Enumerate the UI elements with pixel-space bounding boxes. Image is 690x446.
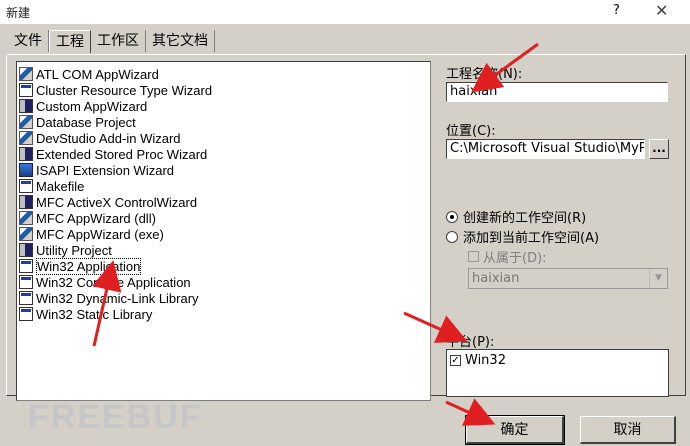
list-item-label: Extended Stored Proc Wizard (36, 146, 208, 162)
list-item[interactable]: Win32 Dynamic-Link Library (19, 290, 199, 306)
list-item-selected[interactable]: Win32 Application (19, 257, 142, 275)
cancel-button[interactable]: 取消 (580, 416, 676, 444)
location-input[interactable]: C:\Microsoft Visual Studio\MyPro (446, 139, 645, 159)
ok-button[interactable]: 确定 (465, 415, 565, 445)
radio-unselected-icon (446, 230, 458, 243)
browse-button[interactable]: ... (649, 139, 669, 159)
list-item[interactable]: ATL COM AppWizard (19, 66, 159, 82)
list-item-label: MFC AppWizard (dll) (36, 210, 156, 226)
list-item-label: Cluster Resource Type Wizard (36, 82, 213, 98)
list-item-label: Database Project (36, 114, 136, 130)
list-item[interactable]: Extended Stored Proc Wizard (19, 146, 207, 162)
database-icon (19, 115, 33, 129)
win32-app-icon (19, 259, 33, 273)
addin-icon (19, 131, 33, 145)
add-to-workspace-option[interactable]: 添加到当前工作空间(A) (446, 227, 599, 246)
mfc-exe-icon (19, 227, 33, 241)
list-item[interactable]: MFC AppWizard (dll) (19, 210, 156, 226)
list-item-label: Win32 Console Application (36, 274, 191, 290)
dependency-value: haixian (472, 271, 520, 286)
create-workspace-option[interactable]: 创建新的工作空间(R) (446, 207, 586, 226)
platform-list[interactable]: ✓ Win32 (446, 349, 669, 397)
list-item-label: Custom AppWizard (36, 98, 148, 114)
checkbox-icon (468, 251, 479, 262)
close-button[interactable]: ✕ (655, 1, 668, 20)
list-item[interactable]: Custom AppWizard (19, 98, 147, 114)
list-item[interactable]: ISAPI Extension Wizard (19, 162, 174, 178)
activex-icon (19, 195, 33, 209)
list-item-label: Makefile (36, 178, 85, 194)
stored-proc-icon (19, 147, 33, 161)
list-item-label: MFC ActiveX ControlWizard (36, 194, 198, 210)
watermark-logo: FREEBUF (28, 398, 203, 436)
window-title: 新建 (6, 6, 31, 20)
list-item[interactable]: Database Project (19, 114, 136, 130)
list-item-label: Win32 Application (36, 257, 142, 275)
list-item-label: ATL COM AppWizard (36, 66, 159, 82)
list-item-label: MFC AppWizard (exe) (36, 226, 164, 242)
chevron-down-icon: ▼ (649, 269, 667, 288)
cluster-icon (19, 83, 33, 97)
project-type-list[interactable]: ATL COM AppWizard Cluster Resource Type … (16, 61, 431, 401)
custom-wizard-icon (19, 99, 33, 113)
tab-strip: 文件 工程 工作区 其它文档 (8, 30, 215, 54)
list-item[interactable]: Win32 Console Application (19, 274, 191, 290)
list-item-label: Win32 Dynamic-Link Library (36, 290, 199, 306)
dependency-checkbox[interactable]: 从属于(D): (468, 247, 547, 266)
title-bar: 新建 ? ✕ (0, 0, 690, 24)
list-item-label: DevStudio Add-in Wizard (36, 130, 181, 146)
isapi-globe-icon (19, 163, 33, 177)
dependency-label: 从属于(D): (483, 251, 547, 266)
project-name-label: 工程名称(N): (446, 67, 523, 82)
tab-file[interactable]: 文件 (8, 30, 49, 52)
tab-other-documents[interactable]: 其它文档 (146, 30, 215, 52)
list-item[interactable]: Makefile (19, 178, 84, 194)
list-item[interactable]: Win32 Static Library (19, 306, 152, 322)
utility-icon (19, 243, 33, 257)
list-item-label: Win32 Static Library (36, 306, 153, 322)
radio-selected-icon (446, 210, 458, 223)
list-item[interactable]: Utility Project (19, 242, 112, 258)
checkmark-icon: ✓ (450, 355, 461, 366)
tab-workspace[interactable]: 工作区 (91, 30, 146, 52)
console-icon (19, 275, 33, 289)
dll-icon (19, 291, 33, 305)
create-workspace-label: 创建新的工作空间(R) (463, 211, 587, 226)
add-to-workspace-label: 添加到当前工作空间(A) (463, 231, 600, 246)
mfc-dll-icon (19, 211, 33, 225)
list-item[interactable]: Cluster Resource Type Wizard (19, 82, 212, 98)
help-button[interactable]: ? (613, 3, 620, 18)
list-item[interactable]: MFC AppWizard (exe) (19, 226, 164, 242)
list-item-label: ISAPI Extension Wizard (36, 162, 174, 178)
list-item-label: Utility Project (36, 242, 112, 258)
atl-wizard-icon (19, 67, 33, 81)
makefile-icon (19, 179, 33, 193)
static-lib-icon (19, 307, 33, 321)
list-item[interactable]: MFC ActiveX ControlWizard (19, 194, 197, 210)
platform-item-label: Win32 (465, 353, 506, 368)
platform-item-win32[interactable]: ✓ Win32 (450, 353, 506, 368)
dependency-select[interactable]: haixian ▼ (468, 268, 668, 289)
location-label: 位置(C): (446, 124, 496, 139)
list-item[interactable]: DevStudio Add-in Wizard (19, 130, 181, 146)
platform-label: 平台(P): (446, 335, 495, 350)
project-name-input[interactable]: haixian (446, 82, 668, 102)
tab-project[interactable]: 工程 (49, 30, 91, 53)
